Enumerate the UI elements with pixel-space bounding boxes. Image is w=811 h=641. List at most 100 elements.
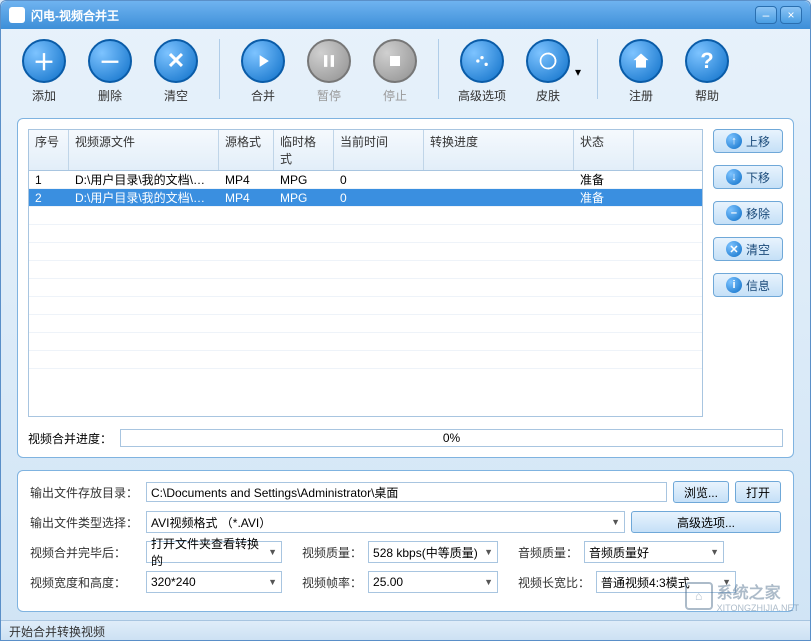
cell-time: 0 (334, 172, 424, 188)
minus-icon: – (726, 205, 742, 221)
sliders-icon (472, 51, 492, 71)
side-button-column: ↑上移 ↓下移 –移除 ✕清空 i信息 (713, 129, 783, 417)
cell-prog (424, 179, 574, 181)
main-toolbar: ＋添加 －删除 ✕清空 合并 暂停 停止 高级选项 皮肤▾ 注册 ?帮助 (1, 29, 810, 110)
help-button[interactable]: ?帮助 (680, 39, 734, 104)
cell-idx: 1 (29, 172, 69, 188)
progress-label: 视频合并进度： (28, 430, 112, 447)
move-down-button[interactable]: ↓下移 (713, 165, 783, 189)
advanced-options-button[interactable]: 高级选项 (455, 39, 509, 104)
table-row-empty (29, 333, 702, 351)
audio-quality-label: 音频质量： (518, 544, 578, 561)
cell-time: 0 (334, 190, 424, 206)
skin-button[interactable]: 皮肤 (521, 39, 575, 104)
aspect-ratio-select[interactable]: 普通视频4:3模式▼ (596, 571, 736, 593)
move-up-button[interactable]: ↑上移 (713, 129, 783, 153)
chevron-down-icon: ▼ (611, 517, 620, 527)
cell-idx: 2 (29, 190, 69, 206)
after-merge-label: 视频合并完毕后： (30, 544, 140, 561)
cell-src: D:\用户目录\我的文档\W... (69, 170, 219, 189)
dimensions-label: 视频宽度和高度： (30, 574, 140, 591)
clear-list-button[interactable]: ✕清空 (713, 237, 783, 261)
merge-progress-bar: 0% (120, 429, 783, 447)
minimize-button[interactable]: – (755, 6, 777, 24)
add-button[interactable]: ＋添加 (17, 39, 71, 104)
header-status[interactable]: 状态 (574, 130, 634, 170)
table-row[interactable]: 2D:\用户目录\我的文档\W...MP4MPG0 准备 (29, 189, 702, 207)
chevron-down-icon: ▼ (484, 547, 493, 557)
table-row-empty (29, 315, 702, 333)
chevron-down-icon: ▼ (484, 577, 493, 587)
app-icon (9, 7, 25, 23)
table-row-empty (29, 297, 702, 315)
table-row[interactable]: 1D:\用户目录\我的文档\W...MP4MPG0 准备 (29, 171, 702, 189)
file-grid[interactable]: 序号 视频源文件 源格式 临时格式 当前时间 转换进度 状态 1D:\用户目录\… (28, 129, 703, 417)
skin-dropdown-arrow[interactable]: ▾ (575, 65, 581, 79)
outdir-label: 输出文件存放目录： (30, 484, 140, 501)
cell-stat: 准备 (574, 188, 634, 207)
fps-label: 视频帧率： (302, 574, 362, 591)
table-row-empty (29, 225, 702, 243)
stop-button: 停止 (368, 39, 422, 104)
cell-src: D:\用户目录\我的文档\W... (69, 188, 219, 207)
remove-item-button[interactable]: –移除 (713, 201, 783, 225)
arrow-up-icon: ↑ (726, 133, 742, 149)
open-button[interactable]: 打开 (735, 481, 781, 503)
grid-header-row: 序号 视频源文件 源格式 临时格式 当前时间 转换进度 状态 (29, 130, 702, 171)
video-quality-label: 视频质量： (302, 544, 362, 561)
arrow-down-icon: ↓ (726, 169, 742, 185)
cell-prog (424, 197, 574, 199)
header-source[interactable]: 视频源文件 (69, 130, 219, 170)
after-merge-select[interactable]: 打开文件夹查看转换的▼ (146, 541, 282, 563)
cell-tfmt: MPG (274, 190, 334, 206)
cell-sfmt: MP4 (219, 172, 274, 188)
table-row-empty (29, 351, 702, 369)
audio-quality-select[interactable]: 音频质量好▼ (584, 541, 724, 563)
chevron-down-icon: ▼ (268, 577, 277, 587)
browse-button[interactable]: 浏览... (673, 481, 729, 503)
outtype-label: 输出文件类型选择： (30, 514, 140, 531)
outtype-select[interactable]: AVI视频格式 （*.AVI）▼ (146, 511, 625, 533)
header-time[interactable]: 当前时间 (334, 130, 424, 170)
play-icon (253, 51, 273, 71)
chevron-down-icon: ▼ (722, 577, 731, 587)
table-row-empty (29, 243, 702, 261)
outdir-input[interactable] (146, 482, 667, 502)
titlebar[interactable]: 闪电-视频合并王 – × (1, 1, 810, 29)
progress-text: 0% (443, 431, 460, 445)
skin-icon (538, 51, 558, 71)
aspect-ratio-label: 视频长宽比： (518, 574, 590, 591)
table-row-empty (29, 261, 702, 279)
header-index[interactable]: 序号 (29, 130, 69, 170)
table-row-empty (29, 279, 702, 297)
close-button[interactable]: × (780, 6, 802, 24)
cell-stat: 准备 (574, 170, 634, 189)
cell-sfmt: MP4 (219, 190, 274, 206)
list-panel: 序号 视频源文件 源格式 临时格式 当前时间 转换进度 状态 1D:\用户目录\… (17, 118, 794, 458)
header-temp-format[interactable]: 临时格式 (274, 130, 334, 170)
remove-button[interactable]: －删除 (83, 39, 137, 104)
stop-icon (385, 51, 405, 71)
statusbar: 开始合并转换视频 (1, 620, 810, 640)
fps-select[interactable]: 25.00▼ (368, 571, 498, 593)
app-title: 闪电-视频合并王 (31, 7, 752, 24)
x-icon: ✕ (726, 241, 742, 257)
cell-tfmt: MPG (274, 172, 334, 188)
clear-button[interactable]: ✕清空 (149, 39, 203, 104)
settings-panel: 输出文件存放目录： 浏览... 打开 输出文件类型选择： AVI视频格式 （*.… (17, 470, 794, 612)
info-button[interactable]: i信息 (713, 273, 783, 297)
chevron-down-icon: ▼ (710, 547, 719, 557)
advanced-settings-button[interactable]: 高级选项... (631, 511, 781, 533)
merge-button[interactable]: 合并 (236, 39, 290, 104)
chevron-down-icon: ▼ (268, 547, 277, 557)
pause-icon (319, 51, 339, 71)
pause-button: 暂停 (302, 39, 356, 104)
header-source-format[interactable]: 源格式 (219, 130, 274, 170)
register-button[interactable]: 注册 (614, 39, 668, 104)
table-row-empty (29, 207, 702, 225)
video-quality-select[interactable]: 528 kbps(中等质量)▼ (368, 541, 498, 563)
home-icon (631, 51, 651, 71)
info-icon: i (726, 277, 742, 293)
dimensions-select[interactable]: 320*240▼ (146, 571, 282, 593)
header-progress[interactable]: 转换进度 (424, 130, 574, 170)
